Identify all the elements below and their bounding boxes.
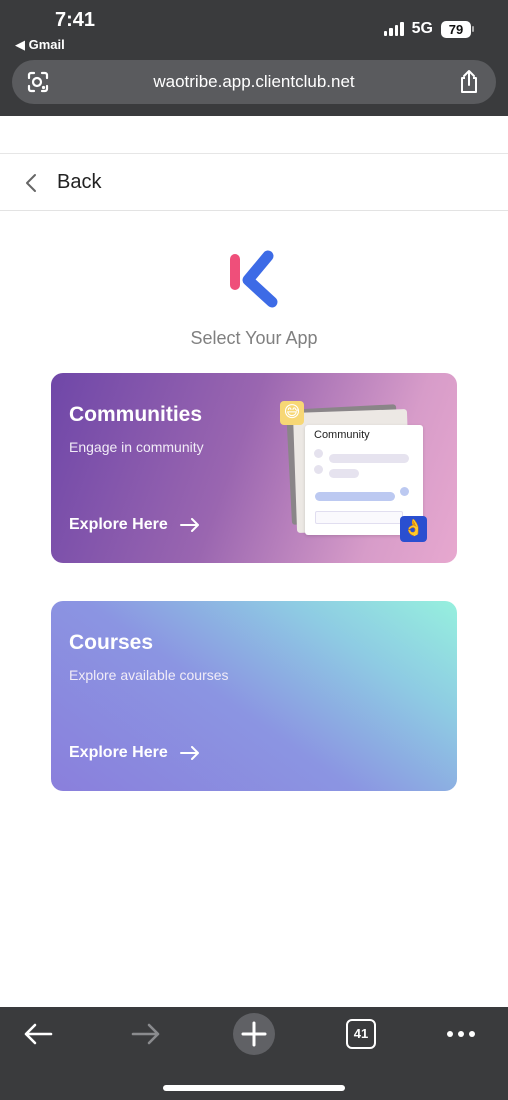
emoji-sweat-smile-icon: 😅 [280,401,304,425]
url-text[interactable]: waotribe.app.clientclub.net [12,72,496,92]
new-tab-button[interactable] [233,1013,275,1055]
courses-title: Courses [69,631,154,654]
communities-card[interactable]: Communities Engage in community Explore … [51,373,457,563]
more-icon[interactable] [446,1029,476,1039]
chevron-left-icon[interactable] [24,172,38,194]
url-bar[interactable]: waotribe.app.clientclub.net [12,60,496,104]
communities-explore-label: Explore Here [69,516,168,533]
status-time: 7:41 [55,9,96,31]
communities-explore-button[interactable]: Explore Here [69,516,200,534]
community-illustration: Community 😅 👌 [277,397,437,547]
communities-description: Engage in community [69,439,204,455]
back-button[interactable]: Back [0,155,508,211]
share-icon[interactable] [458,69,480,95]
status-back-to-app[interactable]: ◀ Gmail [15,37,65,53]
browser-top-chrome: 7:41 ◀ Gmail 5G 79 waotribe.app.clientcl… [0,0,508,116]
browser-bottom-toolbar: 41 [0,1007,508,1100]
courses-explore-label: Explore Here [69,744,168,761]
arrow-right-icon [179,746,199,760]
plus-icon [241,1021,267,1047]
signal-icon [383,22,404,36]
select-app-title: Select Your App [190,328,318,348]
courses-description: Explore available courses [69,667,229,683]
status-indicators: 5G 79 [383,20,474,38]
battery-icon: 79 [441,20,474,38]
arrow-right-icon [179,518,199,532]
home-indicator [163,1085,345,1091]
network-type: 5G [411,20,433,37]
app-logo [230,250,278,308]
back-label[interactable]: Back [57,171,101,194]
battery-level: 79 [441,20,471,38]
emoji-ok-hand-icon: 👌 [400,516,427,542]
community-preview-title: Community [314,429,370,441]
communities-title: Communities [69,403,203,426]
page-header-band [0,116,508,154]
courses-card[interactable]: Courses Explore available courses Explor… [51,601,457,791]
tabs-button[interactable]: 41 [346,1019,376,1049]
arrow-left-icon[interactable] [23,1023,53,1045]
courses-explore-button[interactable]: Explore Here [69,744,200,762]
arrow-right-icon[interactable] [131,1023,161,1045]
